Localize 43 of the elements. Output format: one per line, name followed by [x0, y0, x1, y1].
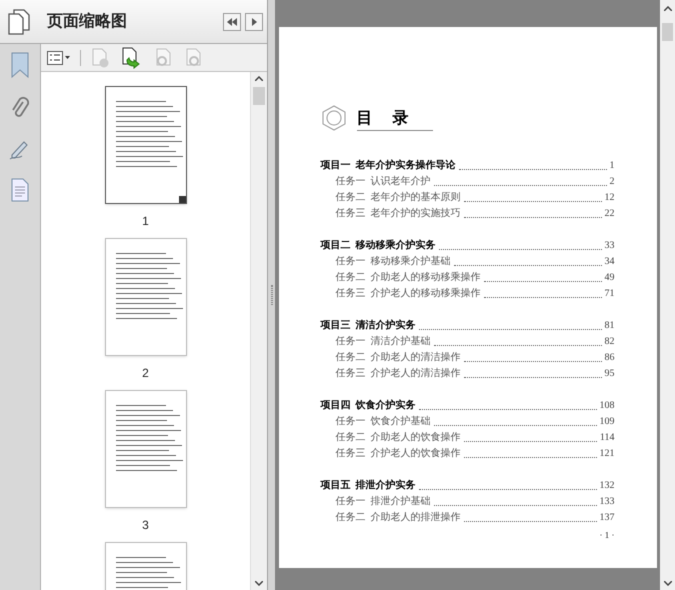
list-options-icon — [47, 50, 63, 64]
toc-task-entry[interactable]: 任务三 老年介护的实施技巧 22 — [320, 205, 614, 221]
toc-task-entry[interactable]: 任务三 介护老人的清洁操作 95 — [320, 365, 614, 381]
page-thumbnail-drawing[interactable] — [104, 390, 186, 508]
page-thumbnail-drawing[interactable] — [104, 86, 186, 204]
toc-section-entry[interactable]: 项目二 移动移乘介护实务 33 — [320, 237, 614, 253]
double-left-arrow-icon — [227, 18, 237, 26]
toc-task-entry[interactable]: 任务三 介护老人的移动移乘操作 71 — [320, 285, 614, 301]
panel-title: 页面缩略图 — [47, 11, 127, 32]
toc-task-entry[interactable]: 任务一 认识老年介护 2 — [320, 173, 614, 189]
toc-section-entry[interactable]: 项目一 老年介护实务操作导论 1 — [320, 157, 614, 173]
right-arrow-icon — [252, 18, 256, 26]
page-number-label: 2 — [142, 365, 149, 382]
options-button[interactable] — [47, 50, 70, 64]
dropdown-caret-icon — [65, 56, 70, 59]
pages-icon[interactable] — [8, 8, 30, 34]
toc-section-entry[interactable]: 项目三 清洁介护实务 81 — [320, 317, 614, 333]
expand-button[interactable] — [245, 12, 263, 30]
page-thumbnail-drawing[interactable] — [104, 238, 186, 356]
toc-section-entry[interactable]: 项目四 饮食介护实务 108 — [320, 397, 614, 413]
toc-section-entry[interactable]: 项目五 排泄介护实务 132 — [320, 477, 614, 493]
toc-task-entry[interactable]: 任务一 排泄介护基础 133 — [320, 493, 614, 509]
toc-task-entry[interactable]: 任务一 清洁介护基础 82 — [320, 333, 614, 349]
page-number-label: 1 — [142, 213, 149, 230]
document-scrollbar[interactable] — [660, 0, 675, 590]
toc-task-entry[interactable]: 任务二 老年介护的基本原则 12 — [320, 189, 614, 205]
toc-task-entry[interactable]: 任务二 介助老人的移动移乘操作 49 — [320, 269, 614, 285]
paperclip-icon[interactable] — [11, 96, 29, 120]
collapse-button[interactable] — [223, 12, 241, 30]
page-number-label: 3 — [142, 517, 149, 534]
toc-title: 目 录 — [356, 108, 432, 131]
page-footer-number: · 1 · — [600, 529, 614, 542]
scroll-thumb[interactable] — [662, 23, 673, 41]
toc-task-entry[interactable]: 任务一 饮食介护基础 109 — [320, 413, 614, 429]
toc-task-entry[interactable]: 任务二 介助老人的排泄操作 137 — [320, 509, 614, 525]
toc-task-entry[interactable]: 任务三 介护老人的饮食操作 121 — [320, 445, 614, 461]
scrollbar[interactable] — [250, 72, 267, 590]
toc-task-entry[interactable]: 任务一 移动移乘介护基础 34 — [320, 253, 614, 269]
document-icon[interactable] — [11, 178, 29, 202]
hexagon-emblem-icon — [320, 105, 346, 131]
scroll-thumb[interactable] — [253, 87, 265, 105]
toc-task-entry[interactable]: 任务二 介助老人的清洁操作 86 — [320, 349, 614, 365]
toc-task-entry[interactable]: 任务二 介助老人的饮食操作 114 — [320, 429, 614, 445]
